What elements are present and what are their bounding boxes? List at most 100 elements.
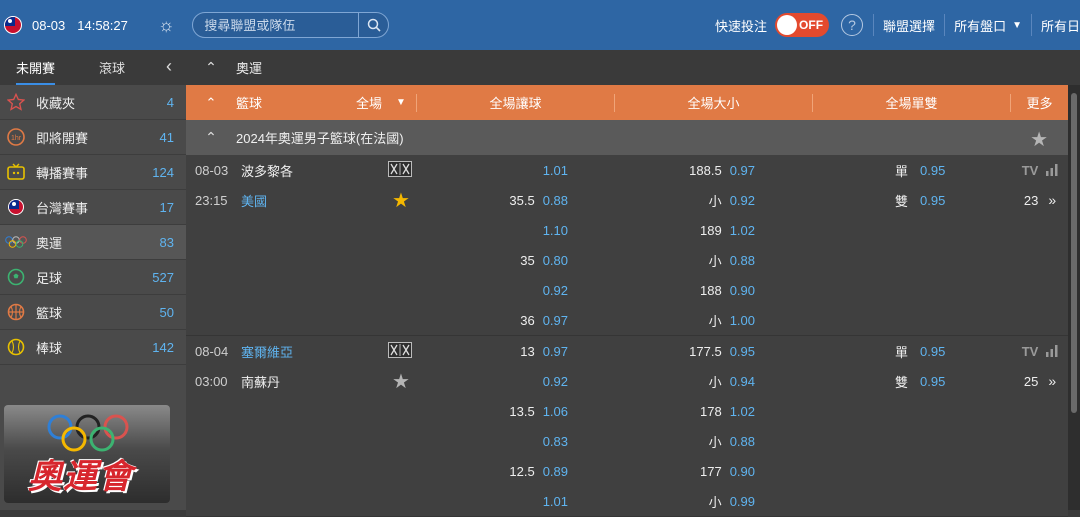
handicap-cell[interactable]: 35 0.80: [422, 245, 618, 275]
handicap-cell[interactable]: 0.83: [422, 426, 618, 456]
overunder-cell[interactable]: 188 0.90: [618, 275, 815, 305]
handicap-cell[interactable]: 1.10: [422, 215, 618, 245]
odds-row: 0.83 小 0.88: [186, 426, 1068, 456]
oddeven-cell[interactable]: [815, 245, 1012, 275]
chevron-up-icon[interactable]: ⌃: [186, 129, 236, 146]
handicap-cell[interactable]: 12.5 0.89: [422, 456, 618, 486]
soccer-icon: [4, 267, 28, 287]
tv-stats[interactable]: TV: [1012, 155, 1068, 185]
breadcrumb: ⌃ 奧運: [186, 50, 1068, 85]
league-title: 2024年奧運男子籃球(在法國): [236, 131, 404, 146]
current-time: 14:58:27: [77, 17, 128, 33]
stats-icon[interactable]: [388, 160, 412, 180]
overunder-cell[interactable]: 177 0.90: [618, 456, 815, 486]
favorite-star-filled-icon[interactable]: ★: [392, 188, 410, 213]
main-content: ⌃ 奧運 ⌃ 籃球 全場 ▼ 全場讓球 全場大小 全場單雙 更多 ⌃ 2024年奧…: [186, 50, 1068, 517]
overunder-cell[interactable]: 小 0.88: [618, 426, 815, 456]
more-bets-button[interactable]: 23 »: [1012, 185, 1068, 215]
star-icon[interactable]: ★: [1030, 127, 1048, 152]
league-row[interactable]: ⌃ 2024年奧運男子籃球(在法國) ★: [186, 120, 1068, 155]
oddeven-cell[interactable]: [815, 396, 1012, 426]
sidebar-item-soccer[interactable]: 足球 527: [0, 260, 186, 295]
handicap-cell[interactable]: 35.5 0.88: [422, 185, 618, 215]
overunder-cell[interactable]: 小 1.00: [618, 305, 815, 335]
chevron-down-icon: ▼: [396, 97, 406, 108]
tv-icon: TV: [1021, 162, 1039, 178]
collapse-sidebar-icon[interactable]: ‹: [166, 56, 172, 77]
all-markets-dropdown[interactable]: 所有盤口 ▼: [944, 14, 1031, 36]
handicap-cell[interactable]: 1.01: [422, 486, 618, 516]
overunder-cell[interactable]: 178 1.02: [618, 396, 815, 426]
oddeven-cell[interactable]: [815, 275, 1012, 305]
sidebar-item-olympics[interactable]: 奧運 83: [0, 225, 186, 260]
odds-row: 35 0.80 小 0.88: [186, 245, 1068, 275]
period-dropdown[interactable]: 全場 ▼: [356, 93, 416, 112]
handicap-cell[interactable]: 13 0.97: [422, 336, 618, 366]
oddeven-cell[interactable]: [815, 486, 1012, 516]
col-more: 更多: [1026, 96, 1053, 111]
overunder-cell[interactable]: 小 0.92: [618, 185, 815, 215]
match-block: 08-03 波多黎各 1.01 188.5 0.97 單 0.95 TV 23:15 美國 ★ 35.…: [186, 155, 1068, 336]
favorite-star-icon[interactable]: ★: [392, 369, 410, 394]
search-input[interactable]: [204, 17, 355, 33]
col-overunder: 全場大小: [687, 96, 740, 111]
handicap-cell[interactable]: 13.5 1.06: [422, 396, 618, 426]
chevron-up-icon[interactable]: ⌃: [186, 95, 236, 111]
sidebar-item-favorites[interactable]: 收藏夾 4: [0, 85, 186, 120]
quick-bet-toggle[interactable]: OFF: [775, 13, 830, 37]
away-team[interactable]: 南蘇丹: [232, 372, 382, 391]
tab-live[interactable]: 滾球: [71, 50, 141, 85]
chevron-up-icon[interactable]: ⌃: [186, 59, 236, 76]
bar-chart-icon: [1046, 345, 1058, 357]
more-bets-button[interactable]: 25 »: [1012, 366, 1068, 396]
overunder-cell[interactable]: 小 0.99: [618, 486, 815, 516]
tv-icon: TV: [1021, 343, 1039, 359]
all-days-dropdown[interactable]: 所有日: [1030, 14, 1080, 36]
handicap-cell[interactable]: 1.01: [422, 155, 618, 185]
col-oddeven: 全場單雙: [885, 96, 938, 111]
oddeven-cell[interactable]: [815, 215, 1012, 245]
tv-stats[interactable]: TV: [1012, 336, 1068, 366]
league-select-button[interactable]: 聯盟選擇: [873, 14, 944, 36]
overunder-cell[interactable]: 177.5 0.95: [618, 336, 815, 366]
search-box[interactable]: [192, 12, 390, 38]
home-team[interactable]: 塞爾維亞: [232, 342, 382, 361]
stats-icon[interactable]: [388, 341, 412, 361]
match-block: 08-04 塞爾維亞 13 0.97 177.5 0.95 單 0.95 TV 03:00 南蘇丹 ★…: [186, 336, 1068, 517]
search-icon[interactable]: [358, 13, 388, 37]
odds-header: ⌃ 籃球 全場 ▼ 全場讓球 全場大小 全場單雙 更多: [186, 85, 1068, 120]
more-bets-count: 23: [1023, 192, 1039, 208]
overunder-cell[interactable]: 189 1.02: [618, 215, 815, 245]
tab-upcoming[interactable]: 未開賽: [0, 50, 71, 85]
scrollbar[interactable]: [1068, 85, 1080, 510]
sidebar-item-basketball[interactable]: 籃球 50: [0, 295, 186, 330]
oddeven-cell[interactable]: 雙 0.95: [815, 185, 1012, 215]
sidebar-item-broadcast[interactable]: 轉播賽事 124: [0, 155, 186, 190]
oddeven-cell[interactable]: [815, 305, 1012, 335]
handicap-cell[interactable]: 0.92: [422, 366, 618, 396]
help-icon[interactable]: ?: [841, 14, 864, 36]
oddeven-cell[interactable]: [815, 426, 1012, 456]
sidebar-item-starting-soon[interactable]: 1hr 即將開賽 41: [0, 120, 186, 155]
oddeven-cell[interactable]: 單 0.95: [815, 155, 1012, 185]
away-team[interactable]: 美國: [232, 191, 382, 210]
sidebar-item-baseball[interactable]: 棒球 142: [0, 330, 186, 365]
home-team[interactable]: 波多黎各: [232, 161, 382, 180]
overunder-cell[interactable]: 小 0.94: [618, 366, 815, 396]
match-time: 23:15: [195, 192, 228, 208]
olympics-banner[interactable]: 奧運會: [4, 405, 170, 503]
overunder-cell[interactable]: 188.5 0.97: [618, 155, 815, 185]
odds-row: 36 0.97 小 1.00: [186, 305, 1068, 335]
oddeven-cell[interactable]: [815, 456, 1012, 486]
toggle-knob: [777, 15, 798, 35]
sidebar-item-taiwan[interactable]: 台灣賽事 17: [0, 190, 186, 225]
top-bar: 08-03 14:58:27 ☼ 快速投注 OFF ? 聯盟選擇 所有盤口▼ 所…: [0, 0, 1080, 50]
oddeven-cell[interactable]: 雙 0.95: [815, 366, 1012, 396]
brightness-icon[interactable]: ☼: [158, 15, 175, 36]
banner-text: 奧運會: [28, 458, 133, 496]
handicap-cell[interactable]: 36 0.97: [422, 305, 618, 335]
oddeven-cell[interactable]: 單 0.95: [815, 336, 1012, 366]
overunder-cell[interactable]: 小 0.88: [618, 245, 815, 275]
handicap-cell[interactable]: 0.92: [422, 275, 618, 305]
match-time: 03:00: [195, 373, 228, 389]
